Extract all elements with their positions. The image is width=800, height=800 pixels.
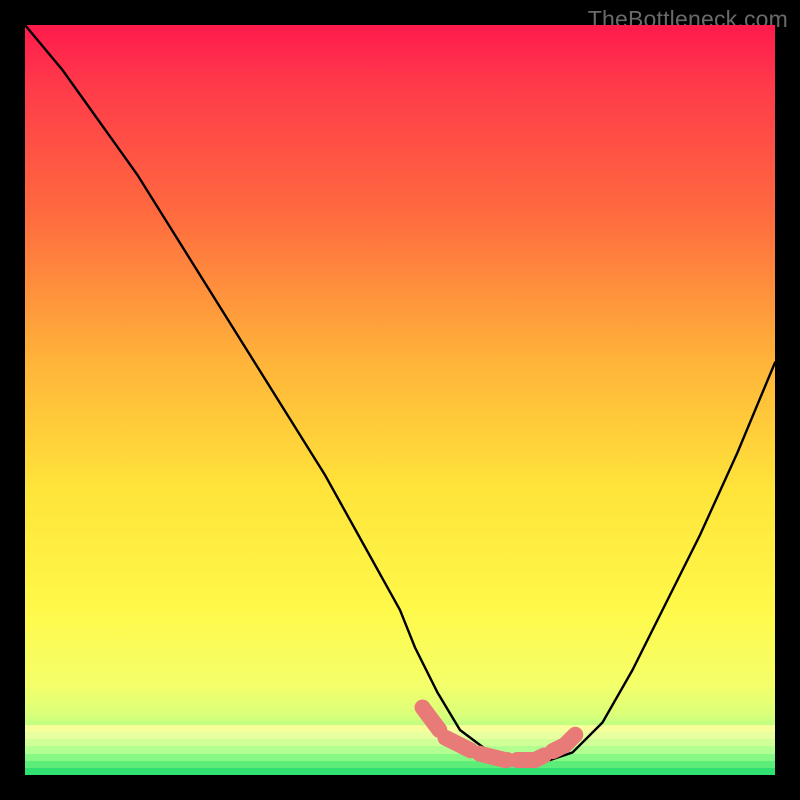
highlight-band <box>423 708 581 761</box>
bottleneck-curve <box>25 25 775 760</box>
chart-frame: TheBottleneck.com <box>0 0 800 800</box>
curve-layer <box>25 25 775 775</box>
plot-area <box>25 25 775 775</box>
